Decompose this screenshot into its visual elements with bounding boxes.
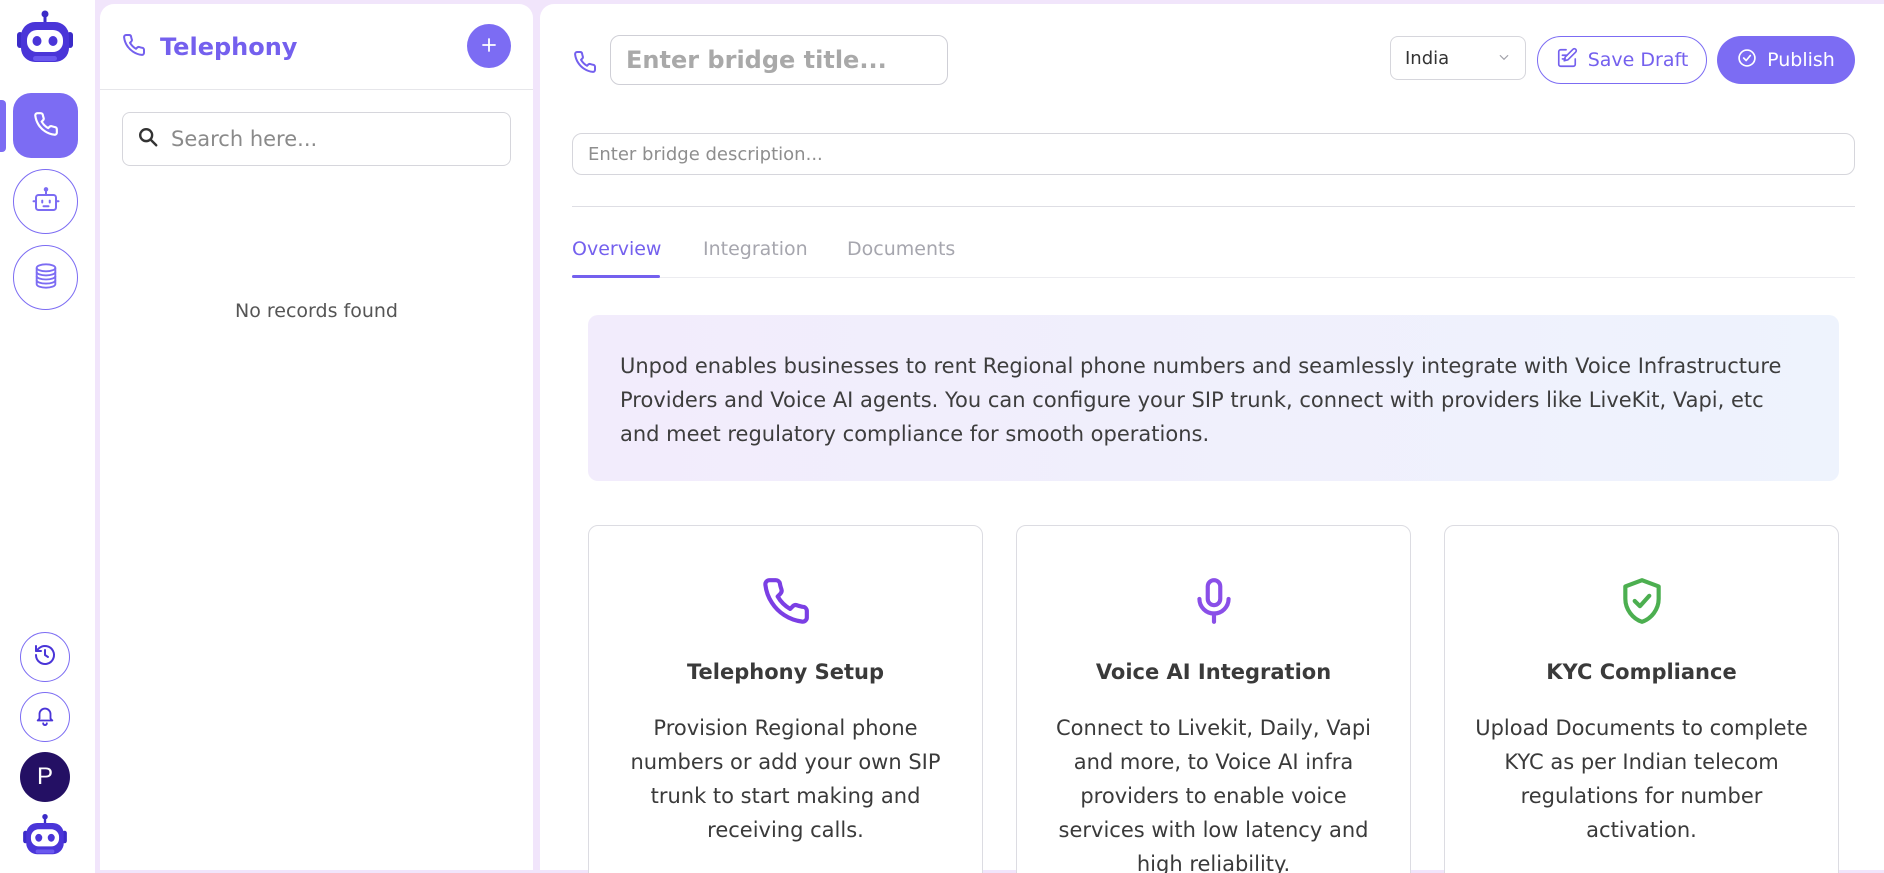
phone-icon: [573, 50, 597, 78]
avatar[interactable]: P: [20, 752, 70, 802]
search-box: [122, 112, 511, 166]
app-sidebar: P: [0, 0, 95, 873]
overview-banner: Unpod enables businesses to rent Regiona…: [588, 315, 1839, 481]
card-title: KYC Compliance: [1546, 660, 1737, 684]
active-indicator: [0, 100, 6, 152]
active-tab-indicator: [572, 275, 660, 278]
search-icon: [137, 126, 159, 152]
chevron-down-icon: [1497, 48, 1511, 69]
sidebar-item-agents[interactable]: [13, 169, 78, 234]
country-select[interactable]: India: [1390, 36, 1526, 80]
panel-title: Telephony: [160, 32, 298, 61]
phone-icon: [589, 576, 982, 626]
tab-integration[interactable]: Integration: [703, 238, 808, 260]
microphone-icon: [1017, 576, 1410, 626]
telephony-list-panel: Telephony No records found: [100, 4, 533, 870]
save-draft-label: Save Draft: [1587, 49, 1689, 71]
feature-card-telephony: Telephony Setup Provision Regional phone…: [588, 525, 983, 873]
card-title: Telephony Setup: [687, 660, 884, 684]
card-description: Upload Documents to complete KYC as per …: [1475, 716, 1808, 842]
feature-card-kyc: KYC Compliance Upload Documents to compl…: [1444, 525, 1839, 873]
sidebar-item-data[interactable]: [13, 245, 78, 310]
bridge-description-input[interactable]: [572, 133, 1855, 175]
database-icon: [32, 262, 60, 294]
bell-icon: [34, 704, 56, 730]
country-value: India: [1405, 47, 1450, 69]
list-header: Telephony: [100, 4, 533, 90]
robot-icon: [20, 813, 70, 866]
card-title: Voice AI Integration: [1095, 660, 1332, 684]
check-circle-icon: [1737, 48, 1757, 73]
shield-check-icon: [1445, 576, 1838, 626]
feature-card-voice-ai: Voice AI Integration Connect to Livekit,…: [1016, 525, 1411, 873]
tab-overview[interactable]: Overview: [572, 238, 661, 260]
divider: [572, 206, 1855, 207]
editor-tabs: Overview Integration Documents: [572, 224, 1855, 278]
robot-logo-icon[interactable]: [13, 10, 77, 70]
card-description: Provision Regional phone numbers or add …: [630, 716, 941, 842]
robot-icon: [31, 185, 61, 219]
history-icon: [33, 643, 57, 671]
publish-label: Publish: [1767, 49, 1835, 71]
publish-button[interactable]: Publish: [1717, 36, 1855, 84]
edit-note-icon: [1556, 47, 1578, 74]
tab-documents[interactable]: Documents: [847, 238, 955, 260]
sidebar-item-telephony[interactable]: [13, 93, 78, 158]
plus-icon: [480, 31, 498, 61]
card-description: Connect to Livekit, Daily, Vapi and more…: [1056, 716, 1371, 873]
history-button[interactable]: [20, 632, 70, 682]
avatar-initial: P: [36, 763, 53, 790]
bridge-title-input[interactable]: [610, 35, 948, 85]
assistant-button[interactable]: [20, 812, 70, 862]
empty-state-text: No records found: [235, 300, 398, 322]
bridge-editor: India Save Draft Publish Overview Integr…: [540, 4, 1884, 873]
notifications-button[interactable]: [20, 692, 70, 742]
add-bridge-button[interactable]: [467, 24, 511, 68]
phone-icon: [122, 33, 146, 61]
search-input[interactable]: [171, 127, 491, 151]
save-draft-button[interactable]: Save Draft: [1537, 36, 1707, 84]
phone-icon: [33, 111, 59, 141]
